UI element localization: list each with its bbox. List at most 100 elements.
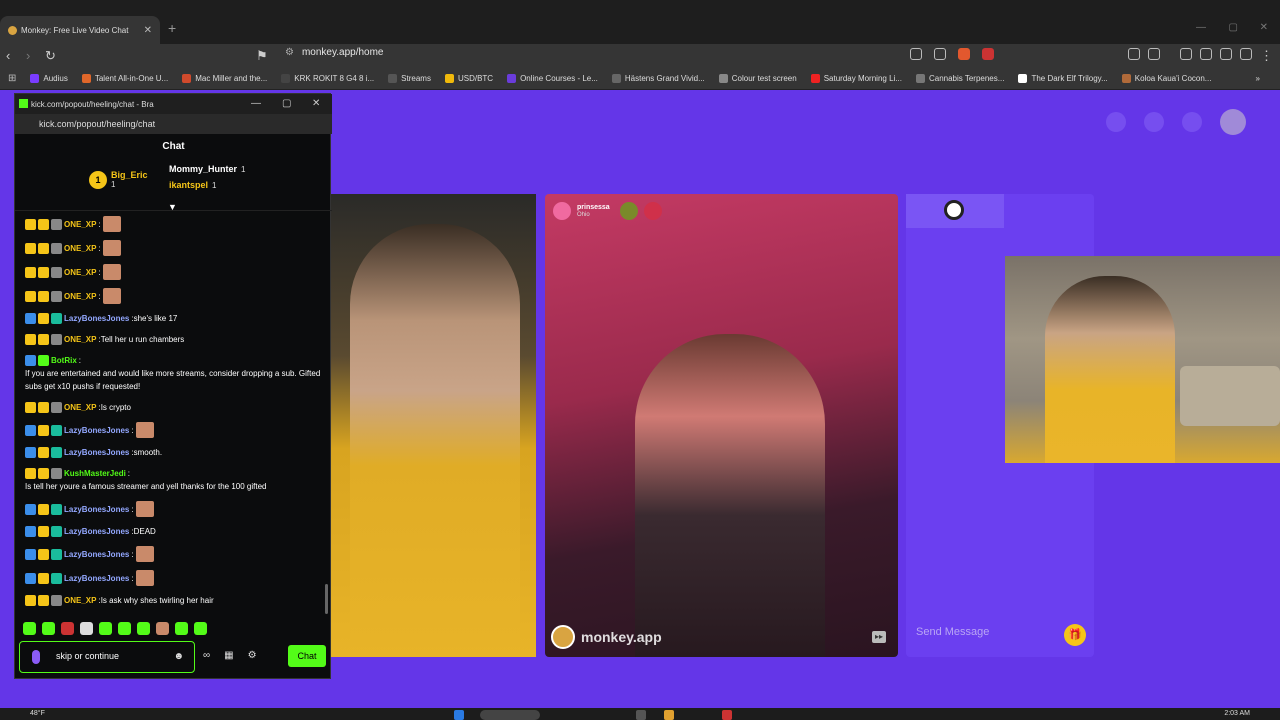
quick-emote-icon[interactable]	[194, 622, 207, 635]
search-icon[interactable]	[480, 710, 540, 720]
explorer-icon[interactable]	[664, 710, 674, 720]
close-window-button[interactable]: ✕	[1260, 22, 1268, 33]
open-external-icon[interactable]	[910, 48, 922, 60]
bookmark-item[interactable]: Hästens Grand Vivid...	[611, 74, 705, 83]
emoji-icon[interactable]: ☻	[173, 651, 184, 662]
share-icon[interactable]	[934, 48, 946, 60]
rewards-icon[interactable]	[982, 48, 994, 60]
bookmark-item[interactable]: Online Courses - Le...	[507, 74, 598, 83]
wallet-icon[interactable]	[1148, 48, 1160, 60]
bookmark-item[interactable]: The Dark Elf Trilogy...	[1018, 74, 1108, 83]
back-button[interactable]: ‹	[6, 48, 10, 63]
bookmark-favicon-icon	[507, 74, 517, 83]
browser-tab-monkey[interactable]: Monkey: Free Live Video Chat ✕	[0, 16, 160, 44]
popout-minimize-button[interactable]: —	[251, 98, 261, 109]
quick-emote-icon[interactable]	[99, 622, 112, 635]
new-tab-button[interactable]: +	[168, 20, 176, 36]
chat-username[interactable]: LazyBonesJones	[64, 503, 129, 516]
peer-info[interactable]: prinsessa Ohio	[553, 202, 662, 220]
forward-button[interactable]: ›	[26, 48, 30, 63]
chat-username[interactable]: KushMasterJedi	[64, 615, 126, 616]
quick-emote-icon[interactable]	[137, 622, 150, 635]
bookmark-item[interactable]: Cannabis Terpenes...	[915, 74, 1004, 83]
bookmark-item[interactable]: Talent All-in-One U...	[81, 74, 168, 83]
chat-text: smooth.	[133, 448, 163, 457]
reading-list-icon[interactable]	[1200, 48, 1212, 60]
chat-username[interactable]: ONE_XP	[64, 242, 96, 255]
menu-icon[interactable]: ⋮	[1260, 48, 1273, 64]
bookmarks-overflow-icon[interactable]: »	[1256, 74, 1260, 83]
explore-icon[interactable]	[1106, 112, 1126, 132]
bookmark-item[interactable]: KRK ROKIT 8 G4 8 i...	[281, 74, 374, 83]
send-message-box[interactable]: Send Message 🎁	[906, 612, 1094, 656]
mention-icon[interactable]: ∞	[203, 650, 210, 661]
chat-username[interactable]: KushMasterJedi	[64, 467, 126, 480]
settings-gear-icon[interactable]: ⚙	[248, 650, 257, 661]
chat-username[interactable]: BotRix	[51, 354, 77, 367]
bookmark-item[interactable]: Audius	[30, 74, 68, 83]
reload-button[interactable]: ↻	[45, 48, 56, 64]
apps-icon[interactable]: ⊞	[8, 73, 16, 84]
quick-emote-icon[interactable]	[42, 622, 55, 635]
chat-colon: :	[98, 291, 101, 301]
chat-scrollbar[interactable]	[325, 584, 328, 614]
quick-emote-icon[interactable]	[23, 622, 36, 635]
quick-emote-icon[interactable]	[61, 622, 74, 635]
chat-username[interactable]: LazyBonesJones	[64, 525, 129, 538]
chat-username[interactable]: LazyBonesJones	[64, 548, 129, 561]
chat-username[interactable]: LazyBonesJones	[64, 312, 129, 325]
brave-shield-icon[interactable]	[958, 48, 970, 60]
taskview-icon[interactable]	[636, 710, 646, 720]
address-bar[interactable]: ⚙ monkey.app/home	[285, 47, 384, 58]
chat-username[interactable]: ONE_XP	[64, 401, 96, 414]
history-icon[interactable]	[1144, 112, 1164, 132]
chat-username[interactable]: LazyBonesJones	[64, 446, 129, 459]
bookmark-label: The Dark Elf Trilogy...	[1031, 74, 1108, 83]
popout-close-button[interactable]: ✕	[312, 98, 320, 109]
quick-emote-icon[interactable]	[80, 622, 93, 635]
site-info-icon[interactable]: ⚙	[285, 47, 294, 58]
bookmark-item[interactable]: Colour test screen	[718, 74, 797, 83]
sidebar-icon[interactable]	[1180, 48, 1192, 60]
maximize-window-button[interactable]: ▢	[1229, 22, 1238, 33]
minimize-window-button[interactable]: —	[1196, 22, 1206, 33]
bookmark-label: Hästens Grand Vivid...	[624, 74, 705, 83]
chat-username[interactable]: LazyBonesJones	[64, 424, 129, 437]
chat-username[interactable]: ONE_XP	[64, 266, 96, 279]
heart-badge-icon[interactable]	[619, 202, 638, 220]
chat-colon: :	[98, 243, 101, 253]
microphone-icon[interactable]	[32, 650, 40, 664]
close-tab-icon[interactable]: ✕	[144, 25, 152, 36]
chat-username[interactable]: ONE_XP	[64, 290, 96, 303]
download-icon[interactable]	[1220, 48, 1232, 60]
bookmark-item[interactable]: USD/BTC	[444, 74, 493, 83]
chat-username[interactable]: LazyBonesJones	[64, 572, 129, 585]
chat-username[interactable]: ONE_XP	[64, 218, 96, 231]
gift-icon[interactable]: 🎁	[1064, 624, 1086, 646]
bookmark-item[interactable]: Mac Miller and the...	[182, 74, 267, 83]
chat-username[interactable]: ONE_XP	[64, 333, 96, 346]
bookmark-favicon-icon	[444, 74, 454, 83]
gift-sub-icon[interactable]: ▦	[224, 650, 233, 661]
user-badge-icon	[25, 595, 36, 606]
bookmark-item[interactable]: Koloa Kaua'i Cocon...	[1121, 74, 1211, 83]
send-chat-button[interactable]: Chat	[288, 645, 326, 667]
vpn-icon[interactable]	[1240, 48, 1252, 60]
quick-emote-icon[interactable]	[156, 622, 169, 635]
chat-input[interactable]: skip or continue ☻	[19, 641, 195, 673]
report-badge-icon[interactable]	[643, 202, 662, 220]
skip-icon[interactable]: ▸▸	[872, 631, 886, 643]
popout-titlebar[interactable]: kick.com/popout/heeling/chat - Bra — ▢ ✕	[15, 94, 332, 114]
popout-maximize-button[interactable]: ▢	[282, 98, 291, 109]
start-icon[interactable]	[454, 710, 464, 720]
bookmark-icon[interactable]: ⚑	[256, 48, 268, 64]
extensions-icon[interactable]	[1128, 48, 1140, 60]
bookmark-item[interactable]: Streams	[388, 74, 431, 83]
bookmark-item[interactable]: Saturday Morning Li...	[810, 74, 902, 83]
quick-emote-icon[interactable]	[175, 622, 188, 635]
chat-username[interactable]: ONE_XP	[64, 594, 96, 607]
quick-emote-icon[interactable]	[118, 622, 131, 635]
messages-icon[interactable]	[1182, 112, 1202, 132]
brave-taskbar-icon[interactable]	[722, 710, 732, 720]
profile-avatar[interactable]	[1220, 109, 1246, 135]
